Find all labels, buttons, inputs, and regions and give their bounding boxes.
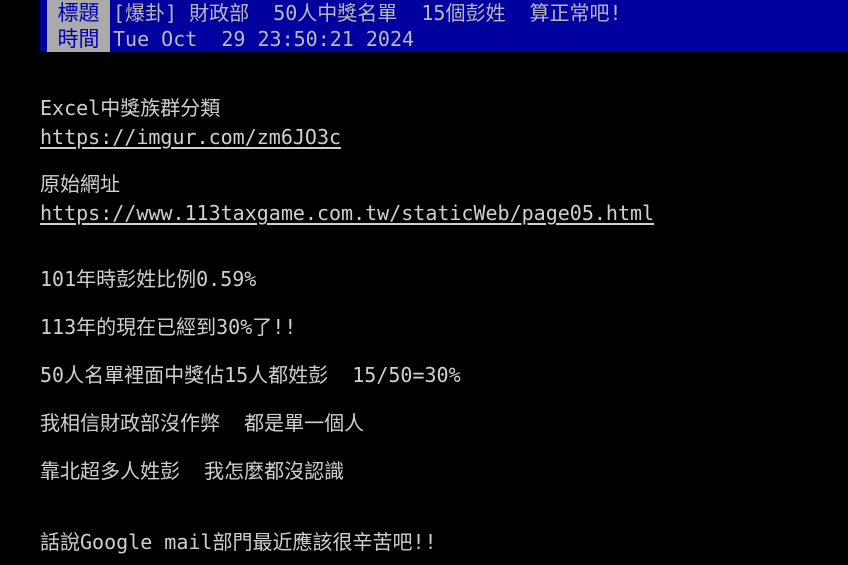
article-body: Excel中獎族群分類 https://imgur.com/zm6JO3c 原始… [0, 52, 848, 565]
body-line: 原始網址 [40, 172, 120, 196]
body-line: Excel中獎族群分類 [40, 96, 221, 120]
body-line: 113年的現在已經到30%了!! [40, 315, 297, 339]
body-line: 話說Google mail部門最近應該很辛苦吧!! [40, 530, 437, 554]
article-timestamp: Tue Oct 29 23:50:21 2024 [113, 27, 415, 51]
body-line: 靠北超多人姓彭 我怎麼都沒認識 [40, 459, 345, 483]
article-title: [爆卦] 財政部 50人中獎名單 15個彭姓 算正常吧! [113, 1, 622, 25]
header-label-title: 標題 [57, 1, 100, 25]
header-label-time: 時間 [57, 27, 100, 51]
body-line: 我相信財政部沒作弊 都是單一個人 [40, 411, 365, 435]
article-header: 標題 時間 [爆卦] 財政部 50人中獎名單 15個彭姓 算正常吧! Tue O… [0, 0, 848, 52]
body-line: 50人名單裡面中獎佔15人都姓彭 15/50=30% [40, 363, 461, 387]
source-link[interactable]: https://www.113taxgame.com.tw/staticWeb/… [40, 201, 654, 225]
header-value-column: [爆卦] 財政部 50人中獎名單 15個彭姓 算正常吧! Tue Oct 29 … [113, 0, 622, 52]
header-label-column: 標題 時間 [47, 0, 110, 52]
body-line: 101年時彭姓比例0.59% [40, 267, 257, 291]
imgur-link[interactable]: https://imgur.com/zm6JO3c [40, 125, 341, 149]
